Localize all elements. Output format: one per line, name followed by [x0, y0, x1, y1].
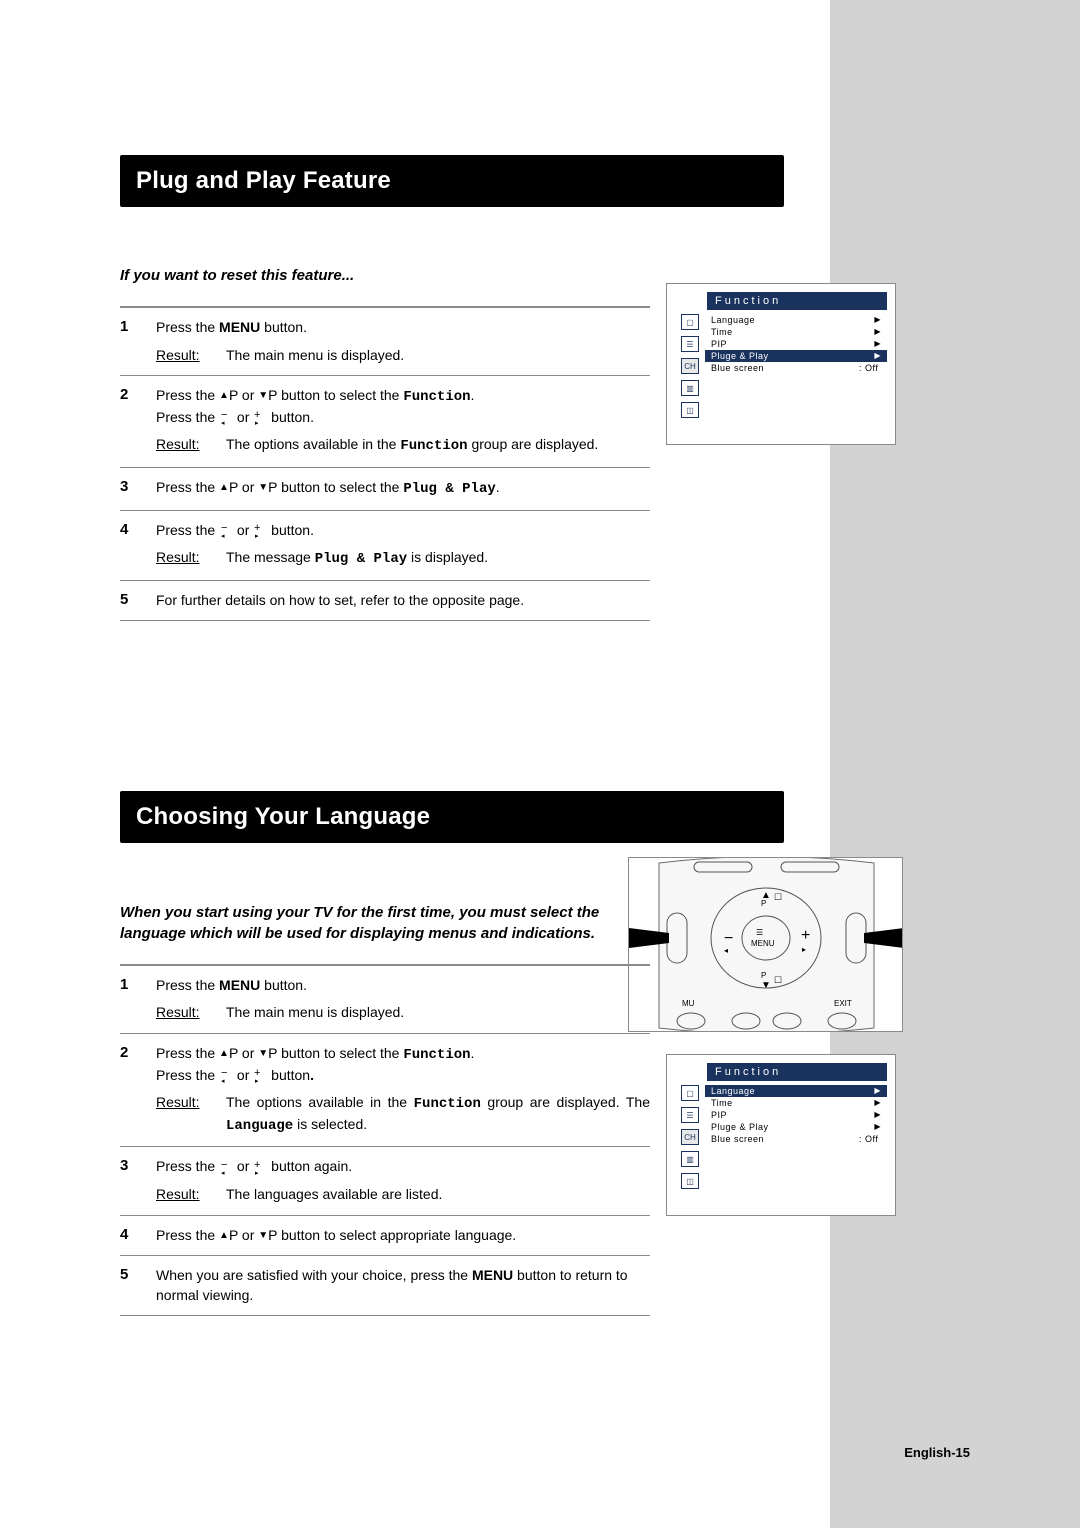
- result-text: The message Plug & Play is displayed.: [226, 548, 650, 570]
- section-header-language: Choosing Your Language: [120, 791, 784, 843]
- step-body: Press the ▲P or ▼P button to select the …: [156, 1034, 650, 1146]
- svg-text:▸: ▸: [255, 1170, 259, 1175]
- result-label: Result:: [156, 1093, 226, 1136]
- step-body: Press the −◂ or +▸ button again. Result:…: [156, 1147, 650, 1214]
- result-label: Result:: [156, 346, 226, 366]
- vol-minus-icon: −◂: [219, 1161, 233, 1175]
- step-number: 1: [120, 966, 156, 1033]
- down-icon: ▼: [258, 389, 268, 403]
- step-text: button.: [271, 409, 314, 425]
- function-mono: Function: [403, 389, 470, 405]
- up-icon: ▲: [219, 1229, 229, 1243]
- step-number: 4: [120, 1216, 156, 1256]
- step-body: Press the MENU button. Result: The main …: [156, 308, 650, 375]
- up-icon: ▲: [219, 389, 229, 403]
- steps-list-2: 1 Press the MENU button. Result: The mai…: [120, 966, 650, 1033]
- section-title: Choosing Your Language: [122, 793, 782, 841]
- step-body: For further details on how to set, refer…: [156, 581, 650, 621]
- vol-minus-icon: −◂: [219, 524, 233, 538]
- step-body: Press the ▲P or ▼P button to select the …: [156, 468, 650, 510]
- step-number: 1: [120, 308, 156, 375]
- result-label: Result:: [156, 1185, 226, 1205]
- divider: [120, 1315, 650, 1316]
- step-text: Press the: [156, 522, 219, 538]
- step-number: 2: [120, 1034, 156, 1146]
- page-number: English-15: [904, 1445, 970, 1460]
- svg-text:▸: ▸: [255, 420, 259, 425]
- down-icon: ▼: [258, 1229, 268, 1243]
- step-body: Press the ▲P or ▼P button to select the …: [156, 376, 650, 467]
- step-text: Press the: [156, 387, 219, 403]
- step-text: P button to select the: [268, 479, 403, 495]
- result-text: The options available in the Function gr…: [226, 1093, 650, 1136]
- up-icon: ▲: [219, 481, 229, 495]
- page: Function ▢ ☰ CH ▥ ◫ Language▶ Time▶ PIP▶…: [0, 0, 1080, 1528]
- down-icon: ▼: [258, 481, 268, 495]
- step-text: button.: [260, 319, 307, 335]
- result-label: Result:: [156, 435, 226, 457]
- step-text: .: [496, 479, 500, 495]
- vol-minus-icon: −◂: [219, 411, 233, 425]
- intro-text: If you want to reset this feature...: [120, 267, 950, 284]
- step-number: 2: [120, 376, 156, 467]
- step-number: 3: [120, 1147, 156, 1214]
- step-body: Press the ▲P or ▼P button to select appr…: [156, 1216, 650, 1256]
- steps-list-1: 1 Press the MENU button. Result: The mai…: [120, 308, 650, 375]
- down-icon: ▼: [258, 1047, 268, 1061]
- up-icon: ▲: [219, 1047, 229, 1061]
- section-header-plug-and-play: Plug and Play Feature: [120, 155, 784, 207]
- svg-text:▸: ▸: [255, 533, 259, 538]
- step-text: or: [237, 409, 253, 425]
- step-text: P or: [229, 387, 258, 403]
- step-text: .: [471, 387, 475, 403]
- step-number: 3: [120, 468, 156, 510]
- result-text: The languages available are listed.: [226, 1185, 650, 1205]
- menu-bold: MENU: [219, 319, 260, 335]
- vol-plus-icon: +▸: [253, 411, 267, 425]
- step-number: 4: [120, 511, 156, 580]
- vol-minus-icon: −◂: [219, 1069, 233, 1083]
- result-text: The options available in the Function gr…: [226, 435, 650, 457]
- vol-plus-icon: +▸: [253, 1069, 267, 1083]
- step-text: Press the: [156, 409, 219, 425]
- svg-text:◂: ◂: [221, 533, 225, 538]
- svg-text:◂: ◂: [221, 1078, 225, 1083]
- step-text: or: [237, 522, 253, 538]
- step-body: When you are satisfied with your choice,…: [156, 1256, 650, 1315]
- step-text: Press the: [156, 479, 219, 495]
- result-text: The main menu is displayed.: [226, 346, 650, 366]
- vol-plus-icon: +▸: [253, 524, 267, 538]
- section-title: Plug and Play Feature: [122, 157, 782, 205]
- step-body: Press the MENU button. Result: The main …: [156, 966, 650, 1033]
- step-number: 5: [120, 1256, 156, 1315]
- step-text: P button to select the: [268, 387, 403, 403]
- svg-text:◂: ◂: [221, 1170, 225, 1175]
- plugplay-mono: Plug & Play: [403, 481, 495, 497]
- intro-text: When you start using your TV for the fir…: [120, 903, 650, 944]
- step-body: Press the −◂ or +▸ button. Result: The m…: [156, 511, 650, 580]
- step-text: button.: [271, 522, 314, 538]
- step-text: P or: [229, 479, 258, 495]
- svg-text:▸: ▸: [255, 1078, 259, 1083]
- result-text: The main menu is displayed.: [226, 1003, 650, 1023]
- result-label: Result:: [156, 548, 226, 570]
- svg-text:◂: ◂: [221, 420, 225, 425]
- step-text: Press the: [156, 319, 219, 335]
- result-label: Result:: [156, 1003, 226, 1023]
- vol-plus-icon: +▸: [253, 1161, 267, 1175]
- step-number: 5: [120, 581, 156, 621]
